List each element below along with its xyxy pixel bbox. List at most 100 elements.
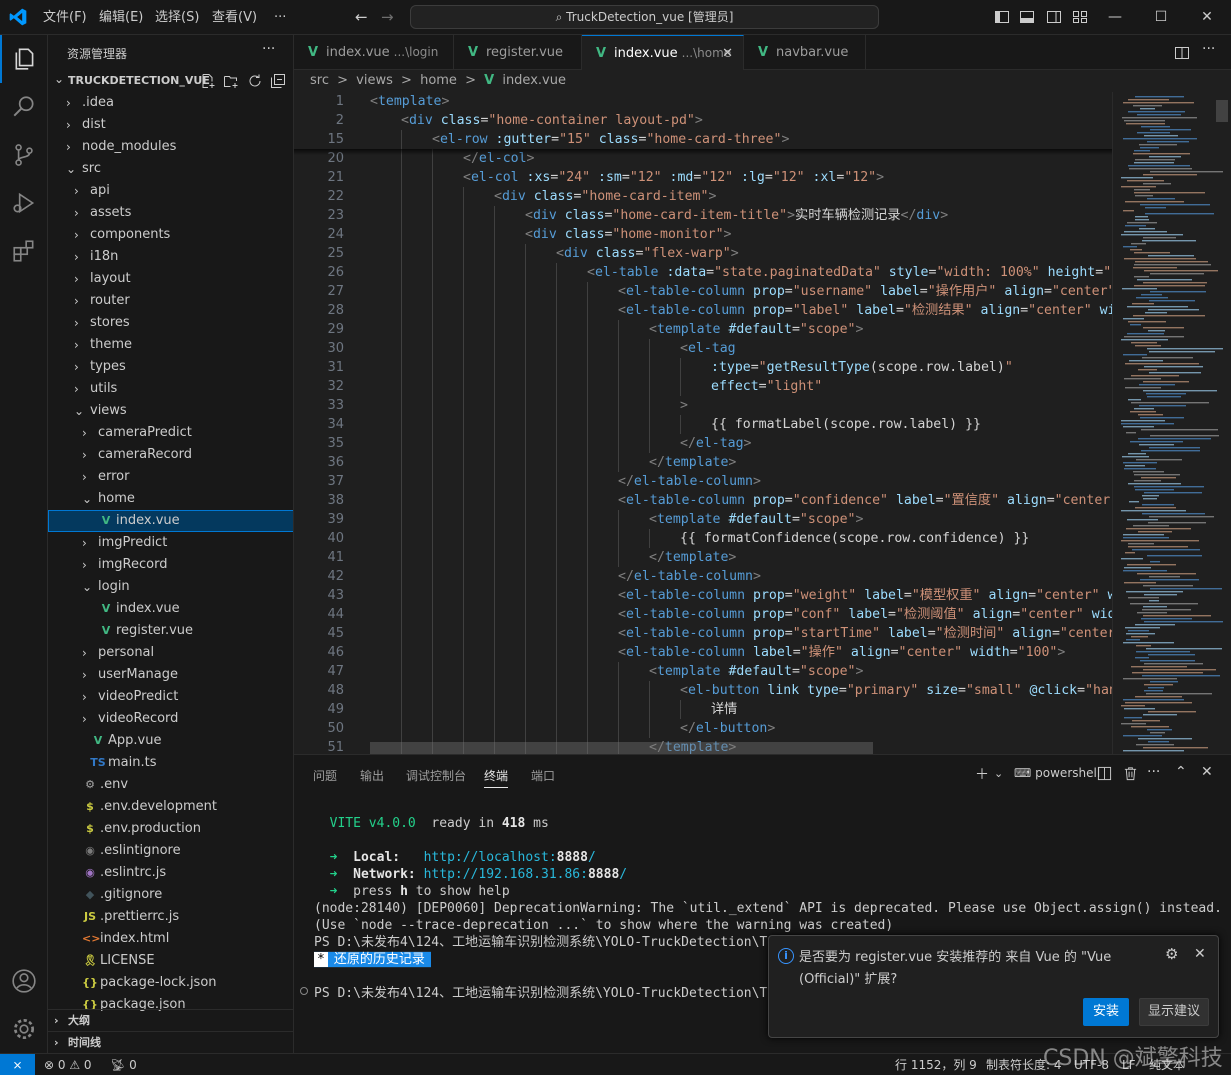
breadcrumb-src[interactable]: src	[310, 73, 329, 88]
tree-file[interactable]: {} package-lock.json	[48, 972, 293, 994]
terminal-instance[interactable]: ⌨ powershell	[1014, 766, 1100, 780]
tree-folder[interactable]: › cameraRecord	[48, 444, 293, 466]
outline-section[interactable]: › 大纲	[48, 1009, 293, 1031]
close-panel-icon[interactable]: ✕	[1201, 764, 1213, 780]
tree-folder[interactable]: › cameraPredict	[48, 422, 293, 444]
menu-file[interactable]: 文件(F)	[43, 0, 87, 35]
tree-folder[interactable]: › dist	[48, 114, 293, 136]
maximize-panel-icon[interactable]: ⌃	[1175, 764, 1187, 780]
split-editor-icon[interactable]	[1174, 45, 1190, 61]
ports-indicator[interactable]: 📡︎ 0	[110, 1054, 137, 1075]
close-notification-icon[interactable]: ✕	[1194, 946, 1206, 962]
tree-folder[interactable]: › assets	[48, 202, 293, 224]
remote-indicator-icon[interactable]: ⨯	[0, 1054, 35, 1075]
tab-debug-console[interactable]: 调试控制台	[406, 767, 466, 784]
install-button[interactable]: 安装	[1083, 998, 1129, 1026]
tree-folder[interactable]: › api	[48, 180, 293, 202]
tree-folder[interactable]: › .idea	[48, 92, 293, 114]
tree-folder[interactable]: › error	[48, 466, 293, 488]
chevron-down-icon[interactable]: ⌄	[994, 767, 1003, 780]
minimap[interactable]	[1112, 92, 1231, 754]
refresh-icon[interactable]	[247, 73, 263, 89]
tab-terminal[interactable]: 终端	[484, 767, 509, 788]
panel-more-icon[interactable]: ···	[1147, 764, 1160, 780]
split-terminal-icon[interactable]	[1097, 766, 1112, 781]
workspace-root[interactable]: ⌄ TRUCKDETECTION_VUE	[48, 70, 293, 92]
tree-file[interactable]: V App.vue	[48, 730, 293, 752]
run-debug-icon[interactable]	[0, 179, 48, 227]
network-url[interactable]: http://192.168.31.86:8888/	[424, 867, 628, 882]
tab-home-index[interactable]: V index.vue ...\home ✕	[582, 35, 744, 70]
tree-file[interactable]: $ .env.development	[48, 796, 293, 818]
breadcrumb-views[interactable]: views	[356, 73, 393, 88]
toggle-secondary-sidebar-icon[interactable]	[1046, 9, 1062, 25]
close-tab-icon[interactable]: ✕	[722, 36, 733, 71]
forward-arrow-icon[interactable]: →	[381, 8, 394, 26]
tree-folder[interactable]: ⌄ src	[48, 158, 293, 180]
tree-folder[interactable]: › components	[48, 224, 293, 246]
tree-folder[interactable]: › router	[48, 290, 293, 312]
tree-file[interactable]: ◉ .eslintignore	[48, 840, 293, 862]
tab-problems[interactable]: 问题	[313, 767, 337, 784]
new-file-icon[interactable]	[200, 73, 216, 89]
tree-folder[interactable]: ⌄ views	[48, 400, 293, 422]
tree-folder[interactable]: › utils	[48, 378, 293, 400]
new-folder-icon[interactable]	[223, 73, 239, 89]
tree-folder[interactable]: ⌄ home	[48, 488, 293, 510]
menu-more[interactable]: ···	[274, 0, 286, 35]
extensions-icon[interactable]	[0, 227, 48, 275]
trash-icon[interactable]	[1123, 766, 1138, 781]
show-recommendations-button[interactable]: 显示建议	[1139, 998, 1209, 1026]
tree-folder[interactable]: › imgPredict	[48, 532, 293, 554]
more-actions-icon[interactable]: ···	[262, 41, 275, 57]
tree-folder[interactable]: › videoPredict	[48, 686, 293, 708]
tree-file[interactable]: <> index.html	[48, 928, 293, 950]
breadcrumb-file[interactable]: index.vue	[502, 73, 566, 88]
account-icon[interactable]	[0, 957, 48, 1005]
source-control-icon[interactable]	[0, 131, 48, 179]
tree-folder[interactable]: › stores	[48, 312, 293, 334]
command-center-search[interactable]: ⌕ TruckDetection_vue [管理员]	[410, 5, 879, 29]
tree-file[interactable]: ⚙ .env	[48, 774, 293, 796]
tree-file[interactable]: Vregister.vue	[48, 620, 293, 642]
tree-folder[interactable]: › videoRecord	[48, 708, 293, 730]
collapse-all-icon[interactable]	[270, 73, 286, 89]
tree-folder[interactable]: › userManage	[48, 664, 293, 686]
tree-folder[interactable]: › imgRecord	[48, 554, 293, 576]
search-icon[interactable]	[0, 83, 48, 131]
back-arrow-icon[interactable]: ←	[355, 8, 368, 26]
tree-folder[interactable]: › personal	[48, 642, 293, 664]
minimap-slider[interactable]	[1216, 100, 1228, 122]
tab-register[interactable]: V register.vue	[454, 35, 582, 70]
menu-view[interactable]: 查看(V)	[212, 0, 257, 35]
tree-folder[interactable]: › layout	[48, 268, 293, 290]
tree-folder[interactable]: › i18n	[48, 246, 293, 268]
tree-folder[interactable]: › theme	[48, 334, 293, 356]
menu-edit[interactable]: 编辑(E)	[99, 0, 143, 35]
timeline-section[interactable]: › 时间线	[48, 1031, 293, 1053]
close-window-button[interactable]: ✕	[1184, 0, 1230, 35]
tree-file[interactable]: $ .env.production	[48, 818, 293, 840]
local-url[interactable]: http://localhost:8888/	[424, 850, 596, 865]
maximize-button[interactable]: ☐	[1138, 0, 1184, 35]
breadcrumb-home[interactable]: home	[420, 73, 457, 88]
toggle-primary-sidebar-icon[interactable]	[994, 9, 1010, 25]
tree-folder[interactable]: › types	[48, 356, 293, 378]
new-terminal-icon[interactable]: ＋	[975, 764, 989, 784]
tree-file[interactable]: 🎗︎ LICENSE	[48, 950, 293, 972]
tree-folder[interactable]: ⌄ login	[48, 576, 293, 598]
tab-output[interactable]: 输出	[360, 767, 384, 784]
editor-more-icon[interactable]: ···	[1202, 41, 1215, 57]
menu-selection[interactable]: 选择(S)	[155, 0, 199, 35]
tab-ports[interactable]: 端口	[531, 767, 555, 784]
tab-navbar[interactable]: V navbar.vue	[744, 35, 866, 70]
cursor-position[interactable]: 行 1152，列 9	[895, 1054, 977, 1075]
tree-file[interactable]: JS .prettierrc.js	[48, 906, 293, 928]
code-editor[interactable]: 1 <template> 2 <div class="home-container l…	[294, 92, 1231, 754]
tree-file[interactable]: ◆ .gitignore	[48, 884, 293, 906]
explorer-icon[interactable]	[0, 35, 48, 83]
toggle-panel-icon[interactable]	[1019, 9, 1035, 25]
tree-file[interactable]: TS main.ts	[48, 752, 293, 774]
minimize-button[interactable]: —	[1092, 0, 1138, 35]
customize-layout-icon[interactable]	[1072, 9, 1088, 25]
